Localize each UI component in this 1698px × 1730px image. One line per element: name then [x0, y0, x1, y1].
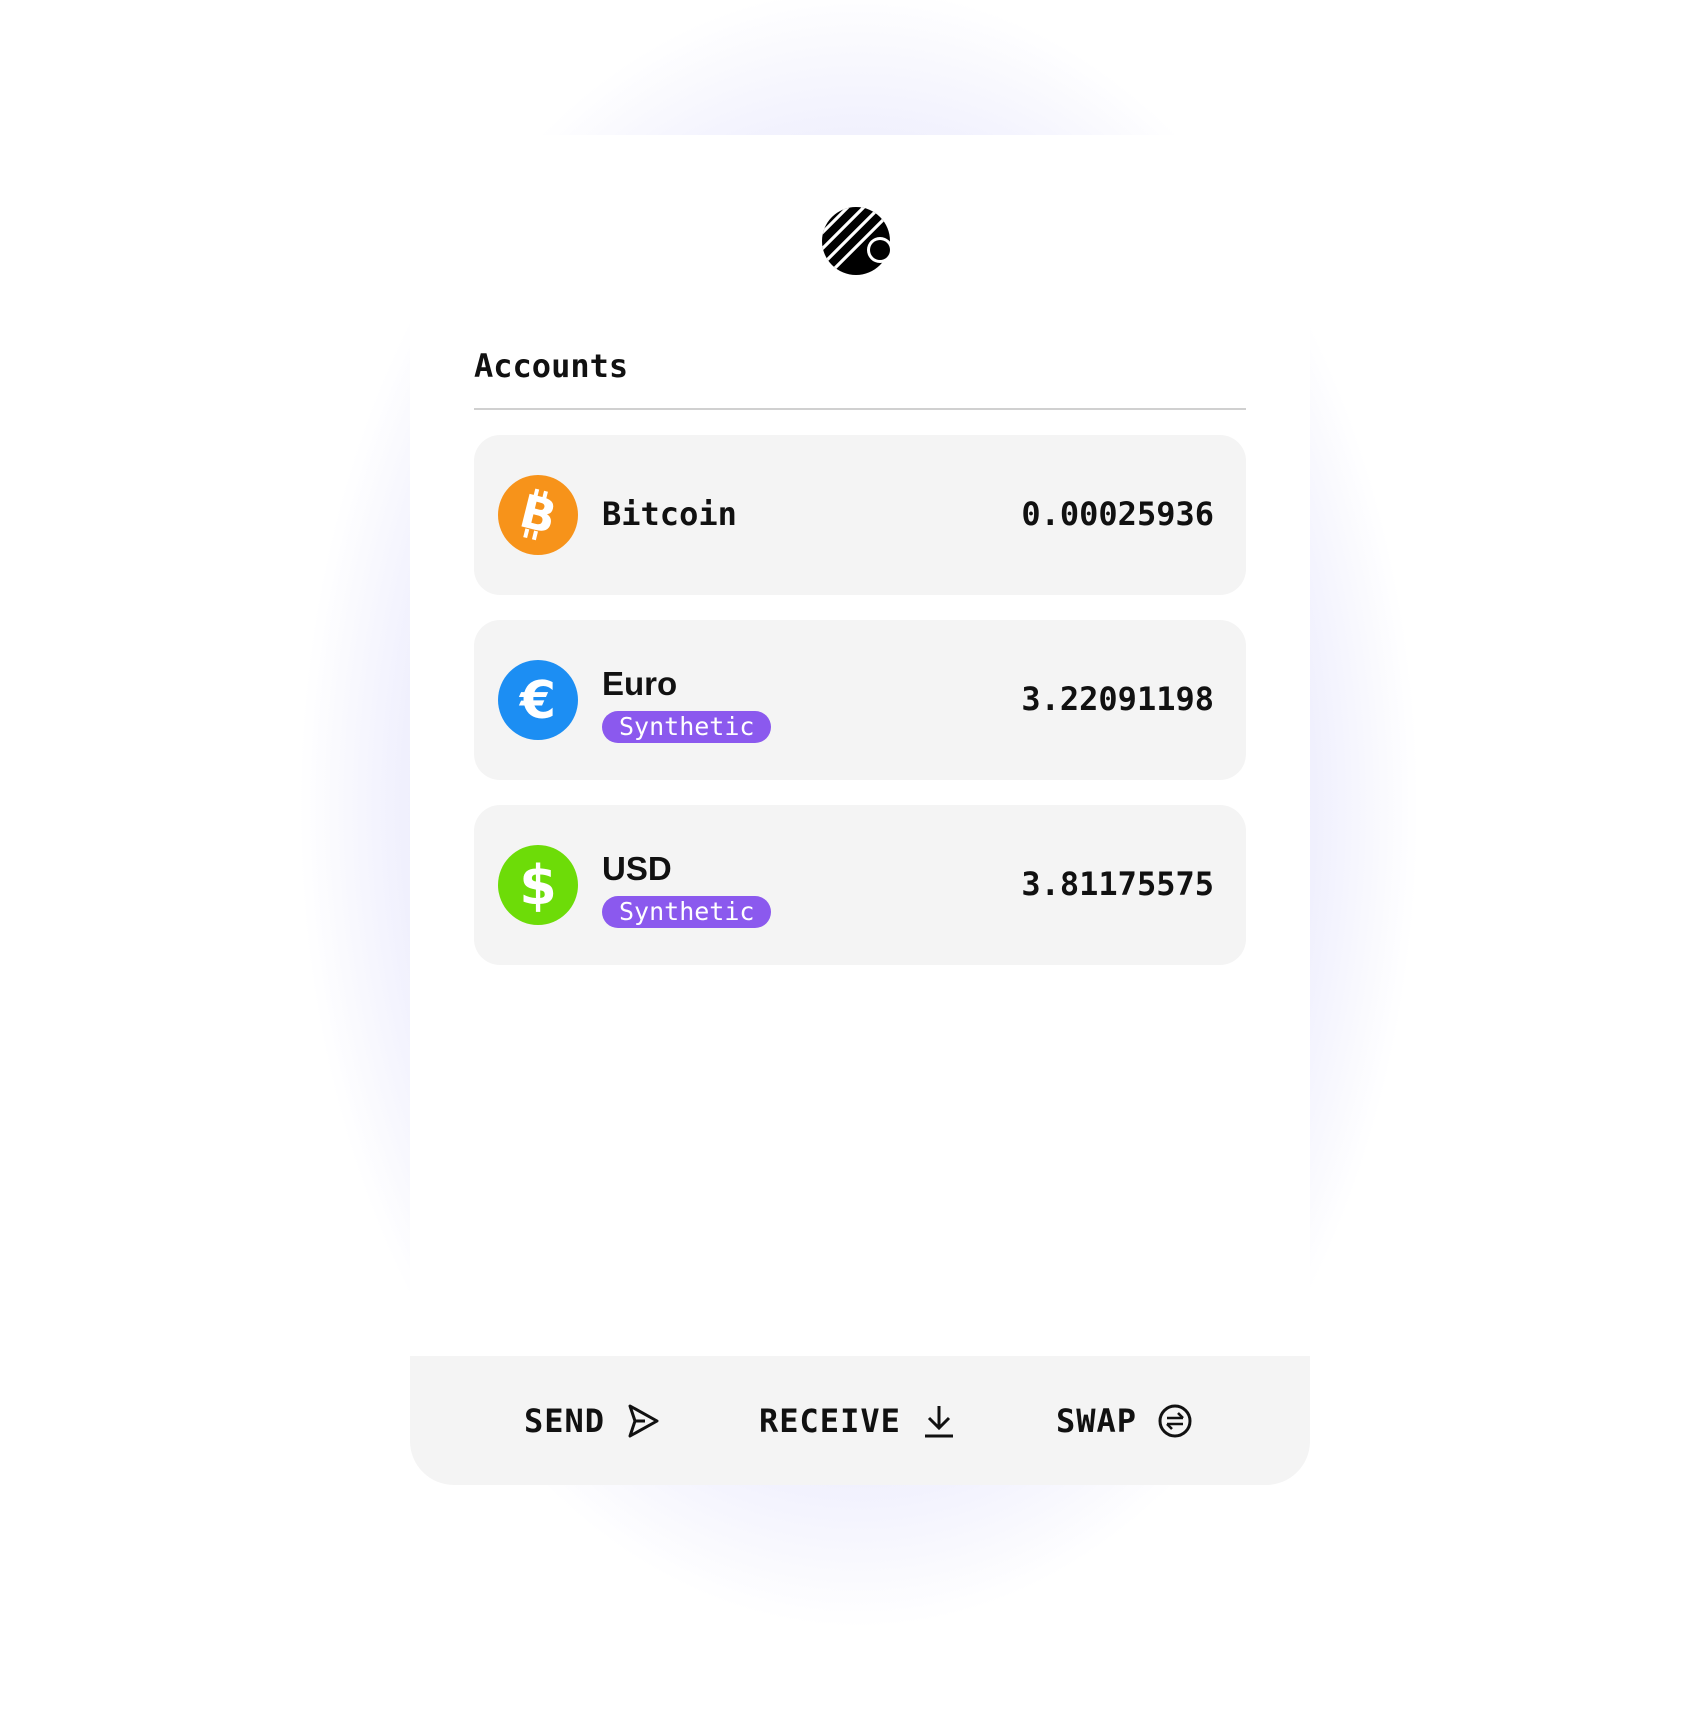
bitcoin-icon: B [498, 475, 578, 555]
account-row-usd[interactable]: $ USD Synthetic 3.81175575 [474, 805, 1246, 965]
account-balance: 0.00025936 [1021, 495, 1214, 533]
account-name: Euro [602, 665, 678, 702]
accounts-heading: Accounts [474, 347, 629, 385]
account-name: Bitcoin [602, 495, 737, 533]
account-row-euro[interactable]: € Euro Synthetic 3.22091198 [474, 620, 1246, 780]
send-button[interactable]: SEND [524, 1400, 661, 1442]
synthetic-badge: Synthetic [602, 711, 772, 743]
account-name: USD [602, 850, 672, 887]
account-balance: 3.81175575 [1021, 865, 1214, 903]
account-row-bitcoin[interactable]: B Bitcoin 0.00025936 [474, 435, 1246, 595]
swap-label: SWAP [1056, 1402, 1138, 1440]
receive-label: RECEIVE [759, 1402, 901, 1440]
svg-text:$: $ [519, 854, 557, 917]
receive-button[interactable]: RECEIVE [759, 1400, 957, 1442]
section-divider [474, 408, 1246, 410]
svg-text:€: € [519, 671, 556, 731]
wallet-card: Accounts B Bitcoin 0.00025936 € Euro Syn… [410, 135, 1310, 1485]
send-label: SEND [524, 1402, 606, 1440]
download-icon [924, 1406, 953, 1438]
swap-icon [1158, 1404, 1192, 1438]
euro-icon: € [498, 660, 578, 740]
swap-button[interactable]: SWAP [1056, 1400, 1193, 1442]
account-list: B Bitcoin 0.00025936 € Euro Synthetic 3.… [474, 435, 1246, 990]
synthetic-badge: Synthetic [602, 896, 772, 928]
action-bar: SEND RECEIVE SWAP [410, 1356, 1310, 1485]
account-balance: 3.22091198 [1021, 680, 1214, 718]
dollar-icon: $ [498, 845, 578, 925]
app-logo-icon [822, 207, 893, 275]
send-icon [628, 1404, 659, 1438]
